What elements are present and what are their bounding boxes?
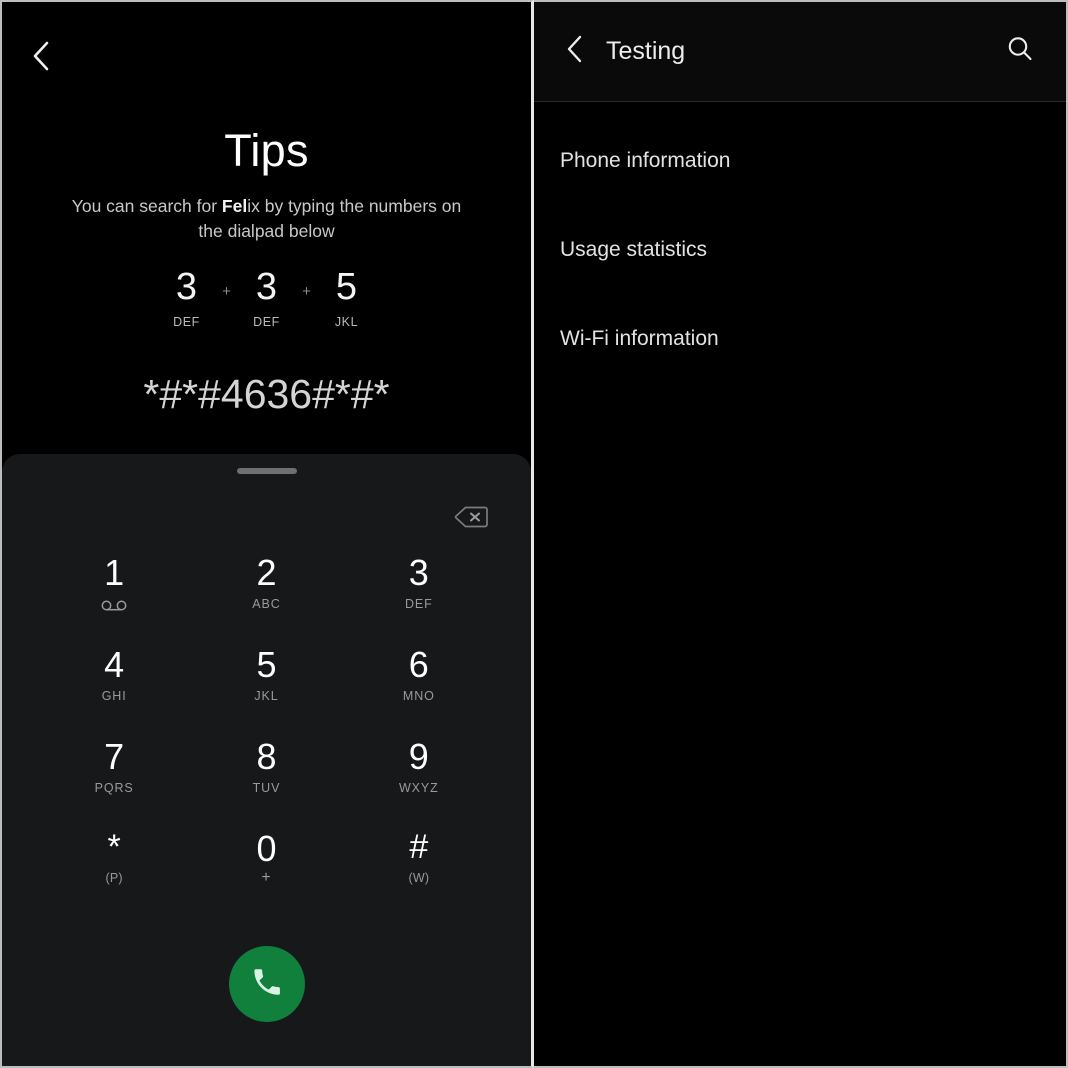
- tips-digit-sequence: 3 DEF + 3 DEF + 5 JKL: [2, 268, 531, 329]
- dialpad-key-number: 3: [408, 552, 429, 593]
- tips-hint-text: You can search for Felix by typing the n…: [62, 194, 471, 244]
- call-button[interactable]: [228, 946, 305, 1022]
- dialpad-key-letters: WXYZ: [398, 780, 439, 795]
- dialpad-keys-grid: 1 2 ABC 3 DEF 4 GHI 5 JKL 6 MNO 7 PQRS 8…: [38, 554, 495, 922]
- tips-panel: Tips You can search for Felix by typing …: [2, 2, 531, 454]
- dialpad-key-letters: GHI: [101, 688, 127, 703]
- page-title: Testing: [606, 37, 686, 65]
- dialpad-key-4[interactable]: 4 GHI: [38, 646, 190, 738]
- tips-digit-number: 5: [335, 266, 358, 308]
- dialpad-key-number: 5: [256, 644, 277, 685]
- dialpad-key-number: 2: [256, 552, 277, 593]
- dialpad-key-number: #: [409, 828, 429, 866]
- settings-row-label: Phone information: [560, 149, 731, 172]
- dialpad-key-letters: DEF: [404, 596, 433, 611]
- chevron-left-icon: [31, 39, 53, 73]
- dialpad-key-6[interactable]: 6 MNO: [343, 646, 495, 738]
- dialpad-key-7[interactable]: 7 PQRS: [38, 738, 190, 830]
- back-button[interactable]: [24, 38, 60, 74]
- right-phone-screen: Testing Phone information Usage statisti…: [534, 0, 1068, 1068]
- dialpad-key-5[interactable]: 5 JKL: [190, 646, 342, 738]
- settings-list: Phone information Usage statistics Wi-Fi…: [534, 102, 1066, 383]
- dialpad-key-1[interactable]: 1: [38, 554, 190, 646]
- tips-digit-group: 3 DEF: [156, 268, 218, 329]
- tips-digit-letters: JKL: [334, 315, 359, 329]
- dialpad-key-letters: ABC: [252, 596, 281, 611]
- dialpad-key-hash[interactable]: # (W): [343, 828, 495, 922]
- dialpad-key-0[interactable]: 0 +: [190, 830, 342, 922]
- settings-row-phone-information[interactable]: Phone information: [534, 116, 1066, 205]
- dialpad-sheet: 1 2 ABC 3 DEF 4 GHI 5 JKL 6 MNO 7 PQRS 8…: [2, 454, 531, 1066]
- left-phone-screen: Tips You can search for Felix by typing …: [0, 0, 534, 1068]
- dialpad-key-letters: MNO: [402, 688, 435, 703]
- dialpad-key-number: 8: [256, 736, 277, 777]
- tips-digit-group: 3 DEF: [236, 268, 298, 329]
- dialpad-key-letters: +: [261, 868, 272, 886]
- tips-digit-group: 5 JKL: [316, 268, 378, 329]
- tips-digit-number: 3: [175, 266, 198, 308]
- dialpad-key-9[interactable]: 9 WXYZ: [343, 738, 495, 830]
- app-bar: Testing: [534, 2, 1066, 102]
- backspace-icon: [454, 505, 488, 534]
- dialpad-key-number: 6: [408, 644, 429, 685]
- phone-call-icon: [250, 965, 284, 1004]
- settings-row-wifi-information[interactable]: Wi-Fi information: [534, 294, 1066, 383]
- search-button[interactable]: [1000, 32, 1040, 72]
- back-button[interactable]: [558, 35, 592, 69]
- dual-screenshot-container: Tips You can search for Felix by typing …: [0, 0, 1068, 1068]
- settings-row-usage-statistics[interactable]: Usage statistics: [534, 205, 1066, 294]
- tips-digit-number: 3: [255, 266, 278, 308]
- drag-handle-icon[interactable]: [236, 468, 297, 474]
- dialpad-key-8[interactable]: 8 TUV: [190, 738, 342, 830]
- dialpad-key-letters: PQRS: [94, 780, 134, 795]
- dialpad-key-number: 0: [256, 828, 277, 869]
- tips-hint-bold: Fel: [221, 196, 248, 216]
- backspace-button[interactable]: [449, 502, 493, 536]
- dialpad-key-number: 4: [104, 644, 125, 685]
- dialpad-key-3[interactable]: 3 DEF: [343, 554, 495, 646]
- settings-row-label: Usage statistics: [560, 238, 708, 261]
- dialpad-key-number: 9: [408, 736, 429, 777]
- tips-digit-separator: +: [302, 283, 311, 300]
- tips-digit-separator: +: [222, 283, 231, 300]
- chevron-left-icon: [565, 33, 585, 70]
- voicemail-icon: [101, 599, 127, 612]
- dialpad-key-number: 1: [104, 552, 125, 593]
- dialpad-key-number: *: [107, 828, 121, 866]
- tips-title: Tips: [224, 125, 309, 176]
- tips-hint-prefix: You can search for: [71, 196, 222, 216]
- dialpad-key-letters: (P): [105, 870, 123, 885]
- dialed-number-display: *#*#4636#*#*: [143, 371, 390, 417]
- dialpad-key-2[interactable]: 2 ABC: [190, 554, 342, 646]
- tips-digit-letters: DEF: [253, 315, 280, 329]
- dialpad-key-letters: TUV: [252, 780, 281, 795]
- tips-digit-letters: DEF: [173, 315, 200, 329]
- search-icon: [1005, 34, 1035, 69]
- dialpad-key-letters: JKL: [254, 688, 279, 703]
- dialpad-key-number: 7: [104, 736, 125, 777]
- settings-row-label: Wi-Fi information: [560, 327, 719, 350]
- dialpad-key-star[interactable]: * (P): [38, 828, 190, 922]
- dialpad-key-letters: (W): [408, 870, 430, 885]
